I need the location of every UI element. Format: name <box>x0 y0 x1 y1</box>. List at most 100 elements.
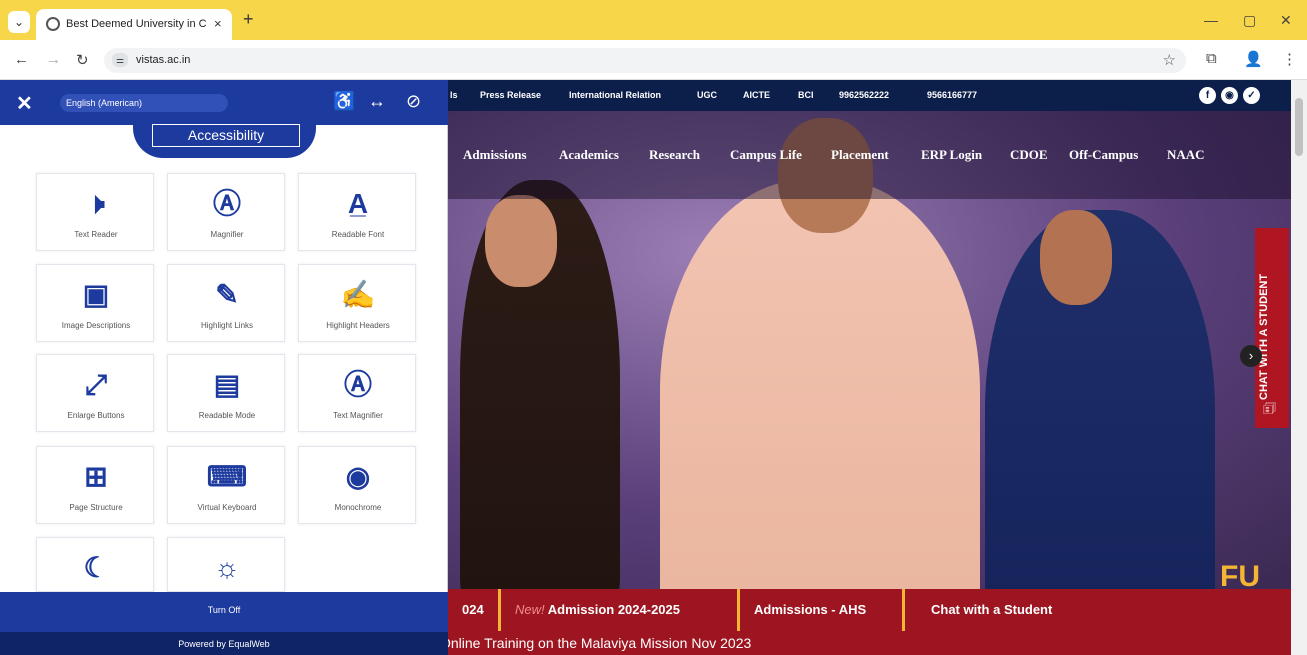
restore-button[interactable]: ▢ <box>1243 12 1256 29</box>
bright-mode-button[interactable]: ☼ <box>167 537 285 592</box>
browser-tab-bar: ⌄ Best Deemed University in Che × + — ▢ … <box>0 0 1307 40</box>
highlight-headers-button[interactable]: ✍ Highlight Headers <box>298 264 416 342</box>
profile-icon[interactable]: 👤 <box>1244 50 1263 68</box>
monochrome-button[interactable]: ◉ Monochrome <box>298 446 416 524</box>
topbar-phone-2[interactable]: 9566166777 <box>927 90 977 100</box>
tab-close-button[interactable]: × <box>214 16 222 31</box>
facebook-icon[interactable]: f <box>1199 87 1216 104</box>
tile-label: Magnifier <box>210 230 244 239</box>
readable-font-button[interactable]: A̲ Readable Font <box>298 173 416 251</box>
highlight-links-button[interactable]: ✎ Highlight Links <box>167 264 285 342</box>
topbar-link-international-relation[interactable]: International Relation <box>569 90 661 100</box>
reload-button[interactable]: ↻ <box>76 51 89 69</box>
scroll-thumb[interactable] <box>1295 98 1303 156</box>
accessibility-title: Accessibility <box>152 124 300 147</box>
topbar-link-ugc[interactable]: UGC <box>697 90 717 100</box>
tile-label: Readable Font <box>331 230 385 239</box>
topbar-link[interactable]: ls <box>450 90 458 100</box>
tile-label: Image Descriptions <box>61 321 131 330</box>
nav-naac[interactable]: NAAC <box>1167 147 1205 163</box>
font-icon: A̲ <box>347 188 369 219</box>
speaker-icon: 🕨 <box>87 188 105 219</box>
ticker-item-chat[interactable]: Chat with a Student <box>902 589 1078 631</box>
tile-label: Readable Mode <box>198 411 256 420</box>
nav-placement[interactable]: Placement <box>831 147 889 163</box>
page-structure-button[interactable]: ⊞ Page Structure <box>36 446 154 524</box>
topbar-link-bci[interactable]: BCI <box>798 90 814 100</box>
site-info-icon[interactable]: ⚌ <box>112 53 128 67</box>
nav-off-campus[interactable]: Off-Campus <box>1069 147 1138 163</box>
nav-erp-login[interactable]: ERP Login <box>921 147 982 163</box>
instagram-icon[interactable]: ◉ <box>1221 87 1238 104</box>
sun-icon: ☼ <box>214 552 240 583</box>
move-panel-icon[interactable]: ↔ <box>368 91 386 112</box>
chat-icon[interactable]: 🗊 <box>1263 398 1276 422</box>
ticker-item-ahs[interactable]: Admissions - AHS <box>737 589 880 631</box>
accessibility-icon[interactable]: ♿ <box>333 91 355 112</box>
topbar-link-aicte[interactable]: AICTE <box>743 90 770 100</box>
bookmark-star-icon[interactable]: ☆ <box>1163 51 1176 69</box>
tile-label: Virtual Keyboard <box>197 503 257 512</box>
text-magnifier-button[interactable]: Ⓐ Text Magnifier <box>298 354 416 432</box>
moon-icon: ☾ <box>83 552 109 583</box>
language-select[interactable]: English (American) <box>60 94 228 112</box>
url-text[interactable]: vistas.ac.in <box>136 54 190 66</box>
header-pen-icon: ✍ <box>340 279 376 310</box>
document-icon: ▤ <box>213 369 241 400</box>
url-field[interactable]: ⚌ vistas.ac.in ☆ <box>104 48 1186 73</box>
browser-tab[interactable]: Best Deemed University in Che × <box>36 9 232 40</box>
globe-icon <box>46 17 60 31</box>
magnifier-icon: Ⓐ <box>212 188 241 219</box>
nav-cdoe[interactable]: CDOE <box>1010 147 1048 163</box>
powered-by-bar: Powered by EqualWeb <box>0 632 448 655</box>
readable-mode-button[interactable]: ▤ Readable Mode <box>167 354 285 432</box>
tile-label: Text Reader <box>74 230 118 239</box>
ticker-admission-label: Admission 2024-2025 <box>547 602 680 617</box>
page-scrollbar[interactable] <box>1291 80 1307 655</box>
back-button[interactable]: ← <box>14 51 29 68</box>
forward-button[interactable]: → <box>46 51 61 68</box>
ticker-item-partial[interactable]: 024 <box>448 589 498 631</box>
hero-face-right <box>1040 210 1112 305</box>
hide-icon[interactable]: ⊘ <box>406 91 421 112</box>
accessibility-header: ✕ English (American) ♿ ↔ ⊘ <box>0 80 448 125</box>
nav-campus-life[interactable]: Campus Life <box>730 147 802 163</box>
window-close-button[interactable]: ✕ <box>1280 12 1292 29</box>
keyboard-icon: ⌨ <box>206 461 248 492</box>
tile-label: Monochrome <box>334 503 382 512</box>
topbar-phone-1[interactable]: 9962562222 <box>839 90 889 100</box>
tile-label: Highlight Links <box>200 321 254 330</box>
magnifier-button[interactable]: Ⓐ Magnifier <box>167 173 285 251</box>
browser-menu-icon[interactable]: ⋮ <box>1282 50 1297 68</box>
image-descriptions-button[interactable]: ▣ Image Descriptions <box>36 264 154 342</box>
marquee-text: Online Training on the Malaviya Mission … <box>440 635 752 651</box>
nav-research[interactable]: Research <box>649 147 700 163</box>
carousel-next-button[interactable]: › <box>1240 345 1262 367</box>
tile-label: Page Structure <box>69 503 123 512</box>
ticker-item-admission[interactable]: New! Admission 2024-2025 <box>498 589 694 631</box>
tab-title: Best Deemed University in Che <box>66 18 206 30</box>
chat-side-label[interactable]: CHAT WITH A STUDENT <box>1258 274 1270 400</box>
enlarge-buttons-button[interactable]: ⤢ Enlarge Buttons <box>36 354 154 432</box>
new-tab-button[interactable]: + <box>243 10 254 28</box>
dark-mode-button[interactable]: ☾ <box>36 537 154 592</box>
eye-icon: ◉ <box>345 461 371 492</box>
topbar-link-press-release[interactable]: Press Release <box>480 90 541 100</box>
turn-off-label: Turn Off <box>207 605 241 615</box>
tab-search-button[interactable]: ⌄ <box>8 11 30 33</box>
powered-by-link[interactable]: Powered by EqualWeb <box>0 639 448 649</box>
image-icon: ▣ <box>82 279 110 310</box>
address-bar: ← → ↻ ⚌ vistas.ac.in ☆ ⧉ 👤 ⋮ <box>0 40 1307 80</box>
virtual-keyboard-button[interactable]: ⌨ Virtual Keyboard <box>167 446 285 524</box>
nav-admissions[interactable]: Admissions <box>463 147 527 163</box>
minimize-button[interactable]: — <box>1204 12 1218 28</box>
extensions-icon[interactable]: ⧉ <box>1206 50 1217 67</box>
turn-off-button[interactable]: Turn Off <box>0 592 448 632</box>
tile-label: Highlight Headers <box>326 321 390 330</box>
close-icon[interactable]: ✕ <box>16 91 33 116</box>
text-reader-button[interactable]: 🕨 Text Reader <box>36 173 154 251</box>
nav-academics[interactable]: Academics <box>559 147 619 163</box>
social-icon[interactable]: ✓ <box>1243 87 1260 104</box>
hero-person-center <box>660 180 980 650</box>
accessibility-panel: ✕ English (American) ♿ ↔ ⊘ Accessibility… <box>0 80 448 655</box>
